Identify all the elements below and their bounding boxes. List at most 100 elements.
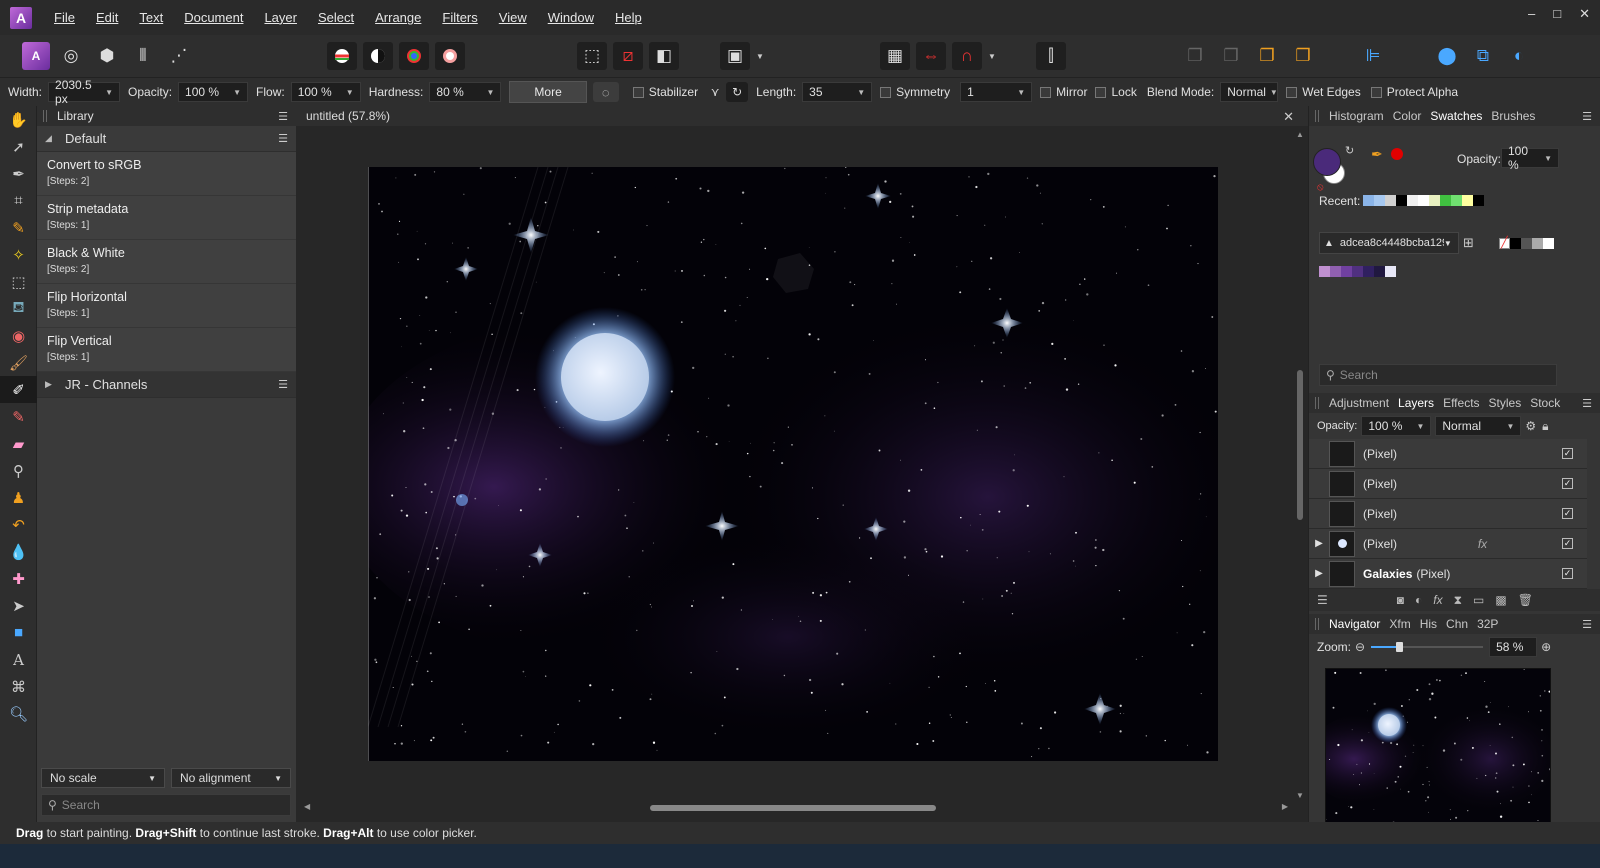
mask-icon[interactable]: ◙ <box>1397 593 1404 607</box>
tab-color[interactable]: Color <box>1393 109 1422 123</box>
swatch-opacity-field[interactable]: 100 % ▼ <box>1501 144 1559 172</box>
dodge-tool-icon[interactable]: ⚲ <box>0 457 37 484</box>
grid-icon[interactable]: ▦ <box>880 42 910 70</box>
auto-colors-icon[interactable] <box>399 42 429 70</box>
menu-help[interactable]: Help <box>615 10 642 25</box>
pixel-tool-icon[interactable]: ✐ <box>0 376 37 403</box>
color-swatch[interactable] <box>1341 266 1352 277</box>
scroll-up-icon[interactable]: ▲ <box>1294 130 1306 139</box>
zoom-field[interactable]: 58 % <box>1489 637 1538 657</box>
align-icon[interactable]: ⊫ <box>1358 42 1388 70</box>
snapping-icon[interactable]: ∩ <box>952 42 982 70</box>
vertical-scroll-thumb[interactable] <box>1297 370 1303 520</box>
category-menu-icon[interactable]: ☰ <box>278 132 288 145</box>
expand-layer-icon[interactable]: ▶ <box>1309 538 1329 549</box>
move-to-front-icon[interactable]: ❐ <box>1288 42 1318 70</box>
selection-brush-tool-icon[interactable]: ✎ <box>0 214 37 241</box>
menu-text[interactable]: Text <box>139 10 163 25</box>
color-swatch[interactable] <box>1462 195 1473 206</box>
menu-edit[interactable]: Edit <box>96 10 118 25</box>
add-icon[interactable]: ⬤ <box>1432 42 1462 70</box>
new-pixel-layer-icon[interactable]: ▩ <box>1495 593 1506 607</box>
layer-visibility-checkbox[interactable]: ✓ <box>1562 568 1573 579</box>
hand-tool-icon[interactable]: ✋ <box>0 106 37 133</box>
document-tab[interactable]: untitled (57.8%) <box>296 106 1308 126</box>
healing-tool-icon[interactable]: ✚ <box>0 565 37 592</box>
move-tool-icon[interactable]: ➚ <box>0 133 37 160</box>
width-field[interactable]: 2030.5 px ▼ <box>48 78 121 106</box>
color-swatch[interactable] <box>1396 195 1407 206</box>
tab-swatches[interactable]: Swatches <box>1430 109 1482 123</box>
marquee-tool-icon[interactable]: ⬚ <box>0 268 37 295</box>
layer-row[interactable]: ▶ Galaxies (Pixel) ✓ <box>1309 559 1587 589</box>
tab-history[interactable]: His <box>1420 617 1437 631</box>
horizontal-scroll-thumb[interactable] <box>650 805 936 811</box>
scroll-left-icon[interactable]: ◀ <box>304 802 310 811</box>
panel-menu-icon[interactable]: ☰ <box>1582 397 1592 410</box>
color-swatch[interactable] <box>1363 195 1374 206</box>
maximize-button[interactable]: □ <box>1553 6 1561 22</box>
export-persona-icon[interactable]: ⋰ <box>164 42 194 70</box>
expand-layer-icon[interactable]: ▶ <box>1309 568 1329 579</box>
length-field[interactable]: 35 ▼ <box>802 82 873 102</box>
tab-brushes[interactable]: Brushes <box>1491 109 1535 123</box>
layers-stack-icon[interactable]: ☰ <box>1317 593 1328 607</box>
auto-levels-icon[interactable] <box>327 42 357 70</box>
tone-mapping-persona-icon[interactable]: ⫴ <box>128 42 158 70</box>
undo-brush-tool-icon[interactable]: ↶ <box>0 511 37 538</box>
tab-histogram[interactable]: Histogram <box>1329 109 1384 123</box>
scale-select[interactable]: No scale ▼ <box>41 768 165 788</box>
window-mode-icon[interactable]: ↻ <box>726 82 749 102</box>
gear-icon[interactable]: ⚙ <box>1525 419 1536 433</box>
picked-color-swatch[interactable] <box>1391 148 1403 160</box>
tab-transform[interactable]: Xfm <box>1389 617 1410 631</box>
color-swatch[interactable] <box>1451 195 1462 206</box>
zoom-out-icon[interactable]: ⊖ <box>1355 640 1365 654</box>
color-swatch[interactable] <box>1352 266 1363 277</box>
snapping-dropdown-icon[interactable]: ▼ <box>988 52 996 61</box>
layer-row[interactable]: ▶ (Pixel) fx ✓ <box>1309 529 1587 559</box>
delete-layer-icon[interactable]: 🗑︎ <box>1518 593 1533 607</box>
opacity-field[interactable]: 100 % ▼ <box>178 82 249 102</box>
color-swatch[interactable] <box>1330 266 1341 277</box>
palette-select[interactable]: ▲ adcea8c4448bcba129 ▼ <box>1319 232 1459 254</box>
tab-navigator[interactable]: Navigator <box>1329 617 1380 631</box>
color-swatch[interactable] <box>1418 195 1429 206</box>
develop-persona-icon[interactable]: ⬢ <box>92 42 122 70</box>
tab-channels[interactable]: Chn <box>1446 617 1468 631</box>
move-to-back-icon[interactable]: ❐ <box>1252 42 1282 70</box>
mirror-checkbox[interactable] <box>1040 86 1052 98</box>
color-swatch[interactable] <box>1363 266 1374 277</box>
macro-item[interactable]: Strip metadata [Steps: 1] <box>37 196 296 240</box>
liquify-persona-icon[interactable]: ◎ <box>56 42 86 70</box>
symmetry-checkbox[interactable] <box>880 86 892 98</box>
color-replacement-tool-icon[interactable]: ✎ <box>0 403 37 430</box>
mesh-warp-tool-icon[interactable]: ⌘ <box>0 673 37 700</box>
tab-adjustment[interactable]: Adjustment <box>1329 396 1389 410</box>
recent-swatches[interactable] <box>1363 195 1484 206</box>
auto-contrast-icon[interactable] <box>363 42 393 70</box>
lock-checkbox[interactable] <box>1095 86 1107 98</box>
library-search-input[interactable]: ⚲ Search <box>41 794 291 816</box>
invert-selection-icon[interactable]: ◧ <box>649 42 679 70</box>
canvas[interactable] <box>368 167 1218 761</box>
layer-visibility-checkbox[interactable]: ✓ <box>1562 478 1573 489</box>
swap-colors-icon[interactable]: ↻ <box>1345 144 1354 157</box>
tab-stock[interactable]: Stock <box>1530 396 1560 410</box>
zoom-slider-handle[interactable] <box>1395 642 1403 652</box>
lock-icon[interactable]: 🔒︎ <box>1542 419 1548 434</box>
clone-tool-icon[interactable]: ♟ <box>0 484 37 511</box>
tab-32bit-preview[interactable]: 32P <box>1477 617 1498 631</box>
macro-item[interactable]: Flip Horizontal [Steps: 1] <box>37 284 296 328</box>
group-icon[interactable]: ▭ <box>1473 593 1484 607</box>
pen-tool-icon[interactable]: ➤ <box>0 592 37 619</box>
layer-blend-select[interactable]: Normal ▼ <box>1435 416 1522 436</box>
zoom-slider[interactable] <box>1371 642 1484 652</box>
system-swatches[interactable]: ╱ <box>1499 237 1554 249</box>
color-swatch[interactable] <box>1440 195 1451 206</box>
symmetry-field[interactable]: 1 ▼ <box>960 82 1033 102</box>
library-tab[interactable]: Library <box>57 109 94 123</box>
panel-grip-icon[interactable] <box>1315 618 1319 630</box>
panel-menu-icon[interactable]: ☰ <box>1582 618 1592 631</box>
menu-file[interactable]: File <box>54 10 75 25</box>
